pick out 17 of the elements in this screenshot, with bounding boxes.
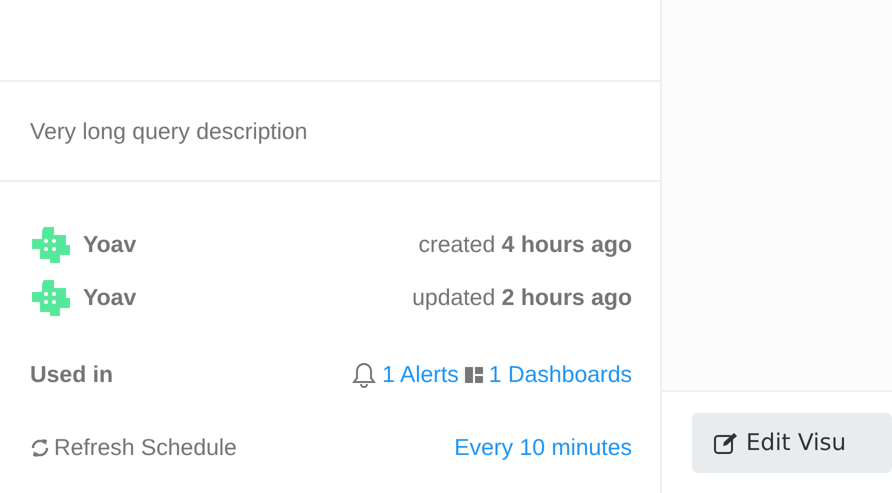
used-in-label: Used in: [30, 361, 114, 388]
alerts-link[interactable]: 1 Alerts: [382, 361, 459, 388]
bell-icon: [352, 362, 376, 388]
edit-icon: [714, 432, 738, 454]
refresh-schedule-label: Refresh Schedule: [54, 434, 237, 461]
refresh-schedule-link[interactable]: Every 10 minutes: [454, 434, 632, 461]
refresh-icon: [30, 436, 50, 458]
user-name: Yoav: [83, 284, 136, 311]
dashboard-icon: [464, 366, 483, 382]
history-text: created 4 hours ago: [418, 231, 632, 258]
user-name: Yoav: [83, 231, 136, 258]
edit-visualization-button[interactable]: Edit Visu: [692, 413, 892, 473]
query-description: Very long query description: [30, 118, 308, 144]
avatar-icon: [30, 278, 70, 318]
history-text: updated 2 hours ago: [412, 284, 632, 311]
dashboards-link[interactable]: 1 Dashboards: [488, 361, 632, 388]
avatar-icon: [30, 224, 70, 264]
